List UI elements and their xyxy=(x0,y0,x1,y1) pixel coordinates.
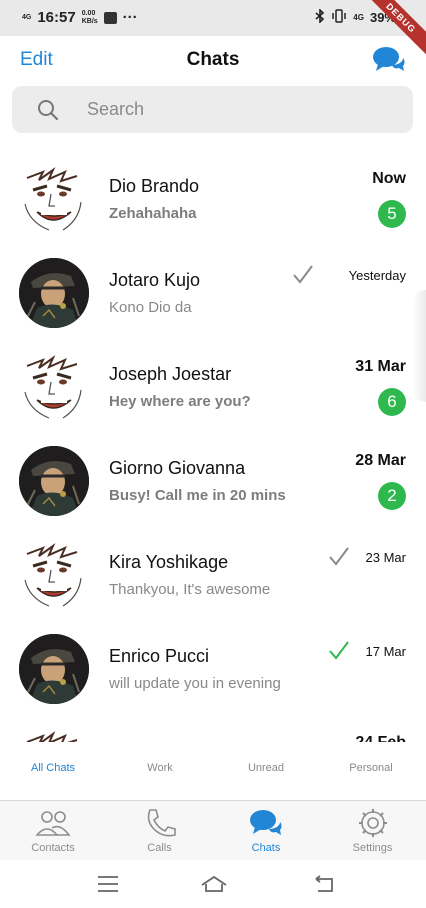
chat-bubbles-icon xyxy=(248,807,284,839)
chat-name: Jotaro Kujo xyxy=(109,270,201,290)
bluetooth-icon xyxy=(315,8,325,26)
avatar[interactable] xyxy=(19,540,89,610)
back-icon[interactable] xyxy=(312,873,336,895)
sent-check-icon xyxy=(292,264,314,284)
nav-label: Settings xyxy=(352,842,393,854)
edge-swipe-handle[interactable] xyxy=(412,290,426,402)
gear-icon xyxy=(355,807,391,839)
nav-calls[interactable]: Calls xyxy=(107,801,213,861)
chat-time: 24 Feb xyxy=(355,734,406,742)
chat-name: Kira Yoshikage xyxy=(109,552,229,572)
status-left: 4G 16:57 0.00 KB/s ··· xyxy=(22,9,138,26)
status-bar: 4G 16:57 0.00 KB/s ··· 4G 39% DEBUG xyxy=(0,0,426,63)
chat-bubbles-icon xyxy=(373,47,405,71)
nav-label: Chats xyxy=(251,842,281,854)
phone-icon xyxy=(142,807,178,839)
chat-preview: will update you in evening xyxy=(109,675,281,692)
chat-time: 17 Mar xyxy=(365,644,406,659)
chat-preview: Thankyou, It's awesome xyxy=(109,581,271,598)
search-input[interactable] xyxy=(87,86,387,133)
chat-time: 28 Mar xyxy=(355,452,406,469)
chat-preview: Busy! Call me in 20 mins xyxy=(109,487,286,504)
search-icon xyxy=(38,100,59,121)
app-header: Edit Chats xyxy=(0,36,426,84)
chat-list: Dio Brando Zehahahaha Now 5 Jotaro Kujo Kono… xyxy=(0,150,426,742)
filter-tab-unread[interactable]: Unread xyxy=(226,762,306,774)
nav-label: Calls xyxy=(147,842,172,854)
chat-name: Joseph Joestar xyxy=(109,364,232,384)
chat-row[interactable]: Joseph Joestar Hey where are you? 31 Mar 6 xyxy=(0,338,426,432)
vibrate-icon xyxy=(331,9,347,26)
filter-tab-work[interactable]: Work xyxy=(120,762,200,774)
bottom-nav: Contacts Calls Chats Settings xyxy=(0,800,426,860)
filter-tabs: All Chats Work Unread Personal xyxy=(0,742,426,800)
avatar[interactable] xyxy=(19,352,89,422)
nav-contacts[interactable]: Contacts xyxy=(0,801,106,861)
chat-row[interactable]: Kira Yoshikage Thankyou, It's awesome 23 M… xyxy=(0,526,426,620)
nav-settings[interactable]: Settings xyxy=(320,801,426,861)
chat-name: Enrico Pucci xyxy=(109,646,210,666)
menu-icon[interactable] xyxy=(96,873,120,895)
chat-row[interactable]: 24 Feb xyxy=(0,714,426,742)
chat-name: Dio Brando xyxy=(109,176,200,196)
chat-row[interactable]: Dio Brando Zehahahaha Now 5 xyxy=(0,150,426,244)
chat-preview: Hey where are you? xyxy=(109,393,251,410)
chat-time: Yesterday xyxy=(348,268,406,283)
chat-name: Giorno Giovanna xyxy=(109,458,246,478)
unread-badge: 5 xyxy=(378,200,406,228)
avatar[interactable] xyxy=(19,164,89,234)
chat-time: 23 Mar xyxy=(365,550,406,565)
network-speed: 0.00 KB/s xyxy=(81,9,98,25)
battery-network-indicator: 4G xyxy=(353,13,364,22)
chat-time: 31 Mar xyxy=(355,358,406,375)
search-bar[interactable] xyxy=(12,86,413,133)
chat-preview: Zehahahaha xyxy=(109,205,197,222)
unread-badge: 6 xyxy=(378,388,406,416)
contacts-icon xyxy=(35,807,71,839)
system-navigation-bar xyxy=(0,860,426,908)
avatar[interactable] xyxy=(19,728,89,742)
avatar[interactable] xyxy=(19,446,89,516)
avatar[interactable] xyxy=(19,634,89,704)
unread-badge: 2 xyxy=(378,482,406,510)
sim-icon xyxy=(103,11,117,24)
page-title: Chats xyxy=(186,49,240,70)
status-time: 16:57 xyxy=(37,9,76,26)
nav-chats[interactable]: Chats xyxy=(213,801,319,861)
chat-preview: Kono Dio da xyxy=(109,299,192,316)
nav-label: Contacts xyxy=(31,842,75,854)
compose-button[interactable] xyxy=(372,44,406,74)
home-icon[interactable] xyxy=(200,873,228,895)
chat-time: Now xyxy=(372,170,406,187)
more-notifications-icon: ··· xyxy=(122,9,138,26)
sent-check-icon xyxy=(328,546,350,566)
filter-tab-all-chats[interactable]: All Chats xyxy=(13,762,93,774)
chat-row[interactable]: Enrico Pucci will update you in evening 17… xyxy=(0,620,426,714)
read-check-icon xyxy=(328,640,350,660)
avatar[interactable] xyxy=(19,258,89,328)
chat-row[interactable]: Giorno Giovanna Busy! Call me in 20 mins 2… xyxy=(0,432,426,526)
chat-row[interactable]: Jotaro Kujo Kono Dio da Yesterday xyxy=(0,244,426,338)
network-indicator: 4G xyxy=(22,13,32,21)
filter-tab-personal[interactable]: Personal xyxy=(331,762,411,774)
